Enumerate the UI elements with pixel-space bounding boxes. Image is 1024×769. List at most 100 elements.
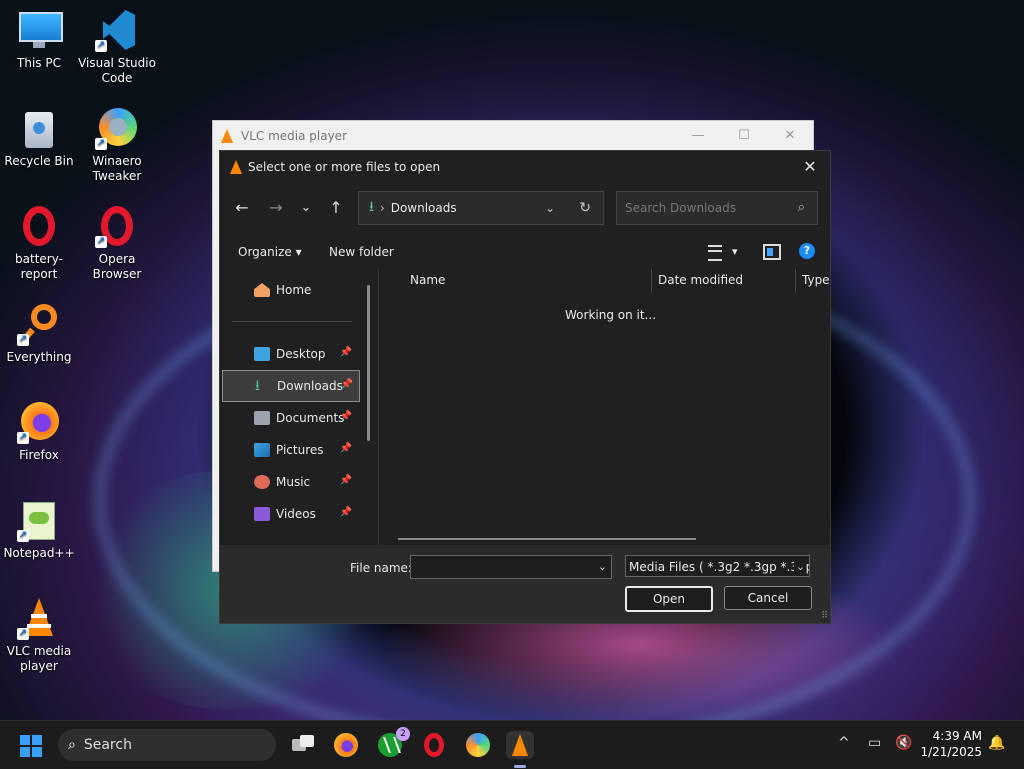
new-folder-button[interactable]: New folder: [329, 241, 394, 263]
desktop-icon-firefox[interactable]: ↗ Firefox: [0, 400, 78, 463]
system-clock[interactable]: 4:39 AM 1/21/2025: [918, 728, 982, 760]
organize-button[interactable]: Organize ▾: [238, 241, 302, 263]
search-box[interactable]: Search Downloads ⌕: [616, 191, 818, 225]
column-header-type[interactable]: Type: [802, 269, 830, 291]
file-name-label: File name:: [350, 561, 412, 575]
loading-status: Working on it...: [565, 308, 657, 322]
shortcut-arrow-icon: ↗: [17, 628, 29, 640]
sidebar-item-videos[interactable]: Videos 📌: [222, 499, 358, 529]
desktop-icon-this-pc[interactable]: This PC: [0, 8, 78, 71]
volume-muted-icon[interactable]: 🔇: [895, 735, 912, 751]
column-header-date-modified[interactable]: Date modified: [658, 269, 743, 291]
back-arrow-icon[interactable]: ←: [228, 191, 256, 225]
recent-locations-chevron-icon[interactable]: ⌄: [292, 191, 320, 225]
refresh-icon[interactable]: ↻: [579, 192, 591, 224]
desktop-icon-label: Firefox: [19, 448, 59, 462]
sidebar-item-home[interactable]: Home: [222, 275, 358, 305]
help-icon[interactable]: ?: [799, 243, 815, 259]
close-icon[interactable]: ✕: [767, 121, 813, 151]
firefox-icon: ↗: [17, 400, 61, 444]
pin-icon[interactable]: 📌: [340, 411, 352, 422]
view-list-icon[interactable]: [708, 245, 722, 261]
taskbar-search-box[interactable]: ⌕ Search: [58, 729, 276, 761]
breadcrumb-downloads[interactable]: Downloads: [391, 201, 457, 215]
forward-arrow-icon[interactable]: →: [262, 191, 290, 225]
chevron-down-icon[interactable]: ⌄: [598, 556, 607, 578]
sidebar-item-label: Documents: [276, 411, 345, 425]
network-icon[interactable]: ▭: [868, 735, 881, 751]
desktop-icon-label: Notepad++: [3, 546, 75, 560]
sidebar-item-music[interactable]: Music 📌: [222, 467, 358, 497]
pane-divider[interactable]: [378, 269, 379, 545]
show-hidden-icons-chevron-icon[interactable]: ^: [838, 735, 850, 751]
winaero-icon: ↗: [95, 106, 139, 150]
sidebar-scrollbar[interactable]: [367, 285, 370, 441]
music-icon: [254, 475, 270, 489]
desktop-icon-notepadpp[interactable]: ↗ Notepad++: [0, 498, 78, 561]
column-divider[interactable]: [795, 269, 796, 293]
command-toolbar: Organize ▾ New folder ▾ ?: [220, 241, 830, 263]
shortcut-arrow-icon: ↗: [17, 432, 29, 444]
sidebar-item-label: Pictures: [276, 443, 324, 457]
clock-time: 4:39 AM: [932, 729, 982, 743]
sidebar-item-desktop[interactable]: Desktop 📌: [222, 339, 358, 369]
desktop-icon-everything[interactable]: ↗ Everything: [0, 302, 78, 365]
task-view-icon[interactable]: [288, 731, 316, 759]
address-bar[interactable]: ⭳ › Downloads ⌄ ↻: [358, 191, 604, 225]
notification-badge: 2: [396, 727, 410, 741]
sidebar-item-documents[interactable]: Documents 📌: [222, 403, 358, 433]
videos-icon: [254, 507, 270, 521]
desktop-icon-vlc[interactable]: ↗ VLC media player: [0, 596, 78, 674]
sidebar-item-pictures[interactable]: Pictures 📌: [222, 435, 358, 465]
pin-icon[interactable]: 📌: [340, 347, 352, 358]
file-name-input[interactable]: ⌄: [410, 555, 612, 579]
sidebar-divider: [232, 321, 352, 322]
sidebar-item-downloads[interactable]: ⭳ Downloads 📌: [222, 370, 360, 402]
navigation-bar: ← → ⌄ ↑ ⭳ › Downloads ⌄ ↻ Search Downloa…: [220, 191, 830, 227]
desktop-icon-vscode[interactable]: ↗ Visual Studio Code: [78, 8, 156, 86]
desktop-icon-winaero[interactable]: ↗ Winaero Tweaker: [78, 106, 156, 184]
pin-icon[interactable]: 📌: [340, 507, 352, 518]
vlc-cone-icon: [221, 129, 233, 143]
column-header-name[interactable]: Name: [410, 269, 445, 291]
up-arrow-icon[interactable]: ↑: [322, 191, 350, 225]
opera-icon[interactable]: [420, 731, 448, 759]
chevron-down-icon[interactable]: ⌄: [545, 192, 555, 224]
desktop-icon-label: Visual Studio Code: [78, 56, 156, 85]
search-icon: ⌕: [797, 200, 805, 215]
column-divider[interactable]: [651, 269, 652, 293]
pin-icon[interactable]: 📌: [341, 379, 353, 390]
minimize-icon[interactable]: —: [675, 121, 721, 151]
navigation-pane: Home Desktop 📌 ⭳ Downloads 📌 Documents 📌…: [220, 269, 378, 545]
desktop-icon-recycle-bin[interactable]: Recycle Bin: [0, 106, 78, 169]
pin-icon[interactable]: 📌: [340, 475, 352, 486]
resize-grip-icon[interactable]: ⠿: [821, 611, 828, 621]
desktop-icon-label: This PC: [17, 56, 61, 70]
xbox-icon[interactable]: 2: [376, 727, 410, 759]
windows-start-icon[interactable]: [20, 735, 42, 757]
pin-icon[interactable]: 📌: [340, 443, 352, 454]
desktop-icon-opera[interactable]: ↗ Opera Browser: [78, 204, 156, 282]
firefox-icon[interactable]: [332, 731, 360, 759]
horizontal-scrollbar[interactable]: [398, 538, 696, 540]
maximize-icon[interactable]: ☐: [721, 121, 767, 151]
clock-date: 1/21/2025: [920, 745, 982, 759]
close-icon[interactable]: ✕: [796, 155, 824, 179]
vlc-cone-icon: ↗: [17, 596, 61, 640]
sidebar-item-label: Desktop: [276, 347, 326, 361]
winaero-icon[interactable]: [464, 731, 492, 759]
open-file-dialog[interactable]: Select one or more files to open ✕ ← → ⌄…: [219, 150, 831, 624]
magnifier-icon: ↗: [17, 302, 61, 346]
desktop-icon-battery-report[interactable]: battery-report: [0, 204, 78, 282]
dialog-title: Select one or more files to open: [248, 160, 441, 174]
preview-pane-icon[interactable]: [763, 244, 781, 260]
view-options-caret-icon[interactable]: ▾: [732, 241, 738, 263]
opera-icon: ↗: [95, 204, 139, 248]
file-list-header: Name Date modified Type: [380, 269, 830, 295]
search-input[interactable]: Search Downloads: [625, 201, 736, 215]
cancel-button[interactable]: Cancel: [724, 586, 812, 610]
vlc-cone-icon[interactable]: [506, 731, 534, 759]
file-type-select[interactable]: Media Files ( *.3g2 *.3gp *.3gp2 ⌄: [625, 555, 810, 577]
notification-bell-icon[interactable]: 🔔: [988, 735, 1005, 751]
open-button[interactable]: Open: [625, 586, 713, 612]
